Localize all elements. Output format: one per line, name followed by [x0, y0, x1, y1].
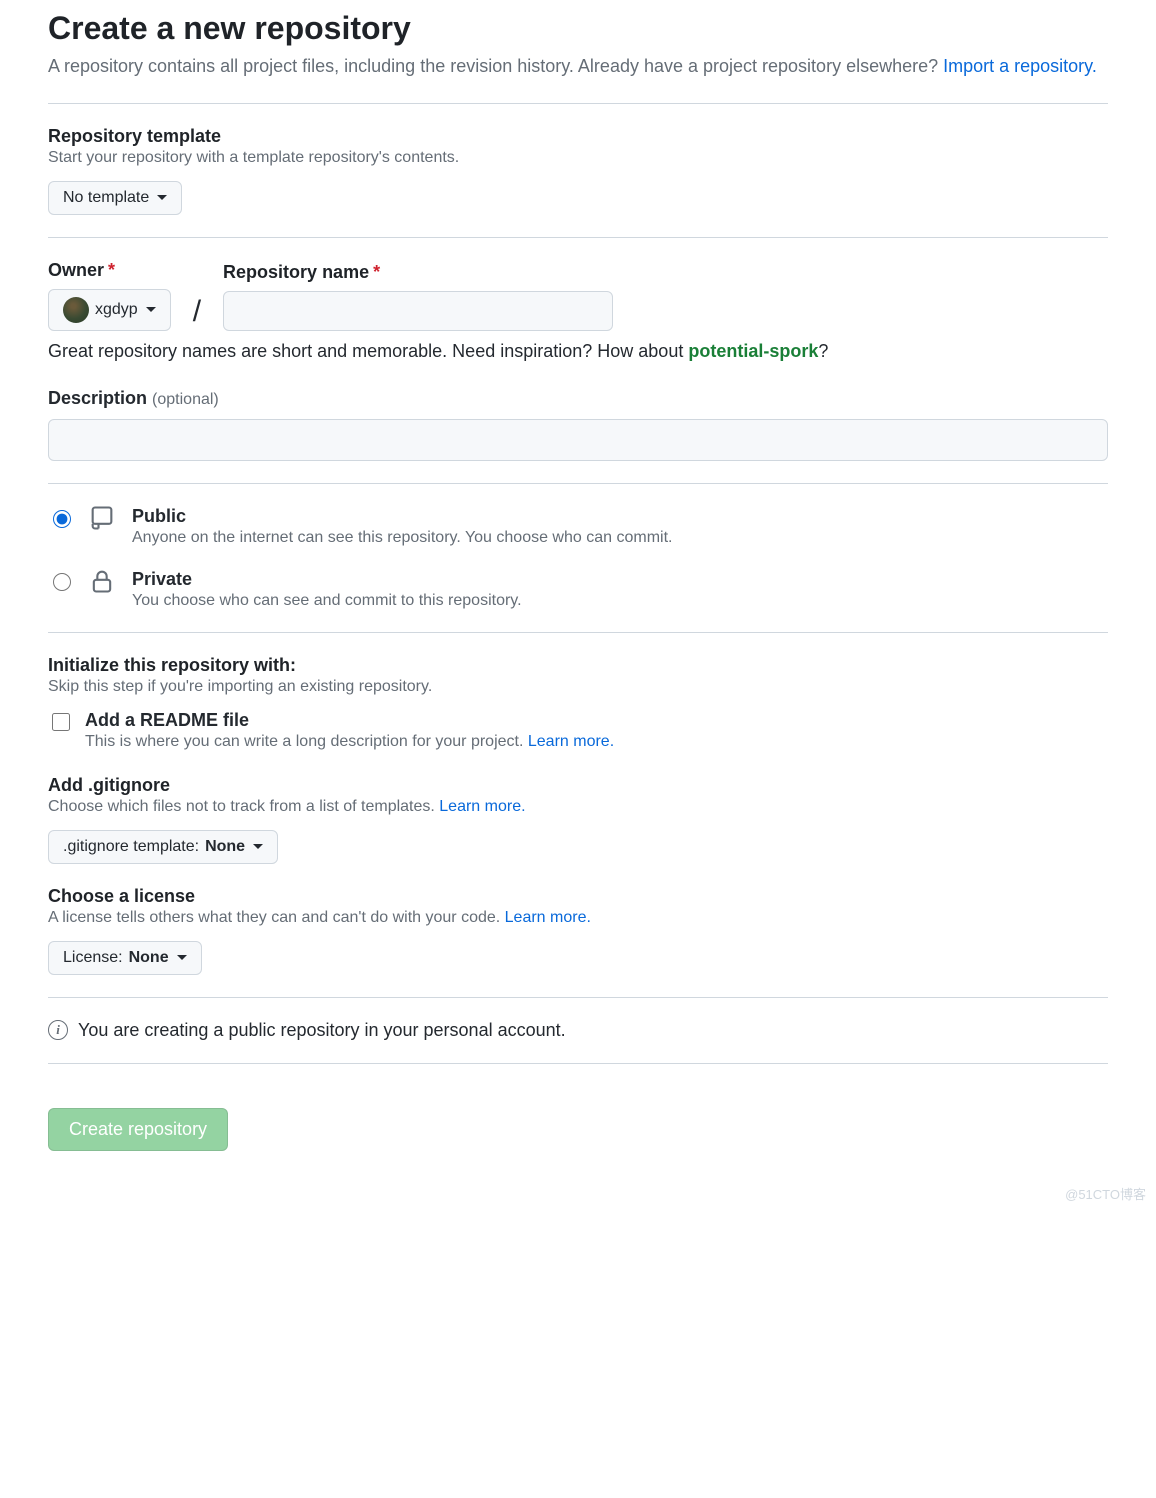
divider	[48, 997, 1108, 998]
owner-name: xgdyp	[95, 301, 138, 319]
license-btn-prefix: License:	[63, 949, 123, 967]
visibility-private-option[interactable]: Private You choose who can see and commi…	[48, 569, 1108, 610]
repo-name-label: Repository name*	[223, 262, 613, 283]
repository-name-input[interactable]	[223, 291, 613, 331]
description-label-text: Description	[48, 388, 147, 408]
gitignore-help: Choose which files not to track from a l…	[48, 798, 1108, 816]
divider	[48, 103, 1108, 104]
owner-repo-separator: /	[193, 297, 201, 331]
optional-text: (optional)	[152, 391, 219, 408]
description-input[interactable]	[48, 419, 1108, 461]
template-select-value: No template	[63, 189, 149, 207]
gitignore-heading: Add .gitignore	[48, 775, 1108, 796]
info-text: You are creating a public repository in …	[78, 1020, 566, 1041]
readme-desc: This is where you can write a long descr…	[85, 733, 614, 751]
inspiration-prefix: Great repository names are short and mem…	[48, 341, 688, 361]
initialize-heading: Initialize this repository with:	[48, 655, 1108, 676]
divider	[48, 483, 1108, 484]
lock-icon	[88, 567, 118, 600]
template-label: Repository template	[48, 126, 1108, 147]
page-title: Create a new repository	[48, 10, 1108, 47]
readme-learn-more-link[interactable]: Learn more.	[528, 733, 614, 750]
template-select-button[interactable]: No template	[48, 181, 182, 215]
info-icon: i	[48, 1020, 68, 1040]
visibility-private-radio[interactable]	[53, 573, 71, 591]
license-help: A license tells others what they can and…	[48, 909, 1108, 927]
subtitle-text: A repository contains all project files,…	[48, 56, 943, 76]
owner-label-text: Owner	[48, 260, 104, 280]
divider	[48, 632, 1108, 633]
create-repository-button[interactable]: Create repository	[48, 1108, 228, 1151]
readme-desc-text: This is where you can write a long descr…	[85, 733, 528, 750]
info-banner: i You are creating a public repository i…	[48, 1020, 1108, 1041]
gitignore-btn-value: None	[205, 838, 245, 856]
public-desc: Anyone on the internet can see this repo…	[132, 529, 672, 547]
template-help: Start your repository with a template re…	[48, 149, 1108, 167]
gitignore-help-text: Choose which files not to track from a l…	[48, 798, 439, 815]
owner-select-button[interactable]: xgdyp	[48, 289, 171, 331]
visibility-public-option[interactable]: Public Anyone on the internet can see th…	[48, 506, 1108, 547]
public-title: Public	[132, 506, 672, 527]
repo-name-label-text: Repository name	[223, 262, 369, 282]
initialize-skip-text: Skip this step if you're importing an ex…	[48, 678, 1108, 696]
chevron-down-icon	[253, 844, 263, 849]
license-select-button[interactable]: License: None	[48, 941, 202, 975]
owner-label: Owner*	[48, 260, 171, 281]
page-subtitle: A repository contains all project files,…	[48, 53, 1108, 81]
required-star: *	[108, 260, 115, 280]
license-learn-more-link[interactable]: Learn more.	[505, 909, 591, 926]
inspiration-suffix: ?	[818, 341, 828, 361]
gitignore-select-button[interactable]: .gitignore template: None	[48, 830, 278, 864]
license-help-text: A license tells others what they can and…	[48, 909, 505, 926]
divider	[48, 237, 1108, 238]
private-desc: You choose who can see and commit to thi…	[132, 592, 522, 610]
divider	[48, 1063, 1108, 1064]
repo-icon	[88, 504, 118, 537]
description-label: Description (optional)	[48, 388, 1108, 409]
license-heading: Choose a license	[48, 886, 1108, 907]
readme-title: Add a README file	[85, 710, 614, 731]
private-title: Private	[132, 569, 522, 590]
watermark: @51CTO博客	[1065, 1184, 1146, 1203]
chevron-down-icon	[146, 307, 156, 312]
suggested-name-link[interactable]: potential-spork	[688, 341, 818, 361]
license-btn-value: None	[129, 949, 169, 967]
visibility-public-radio[interactable]	[53, 510, 71, 528]
add-readme-option[interactable]: Add a README file This is where you can …	[48, 710, 1108, 751]
add-readme-checkbox[interactable]	[52, 713, 70, 731]
chevron-down-icon	[177, 955, 187, 960]
avatar	[63, 297, 89, 323]
chevron-down-icon	[157, 195, 167, 200]
name-inspiration: Great repository names are short and mem…	[48, 341, 1108, 362]
gitignore-learn-more-link[interactable]: Learn more.	[439, 798, 525, 815]
import-repository-link[interactable]: Import a repository.	[943, 56, 1097, 76]
required-star: *	[373, 262, 380, 282]
gitignore-btn-prefix: .gitignore template:	[63, 838, 199, 856]
